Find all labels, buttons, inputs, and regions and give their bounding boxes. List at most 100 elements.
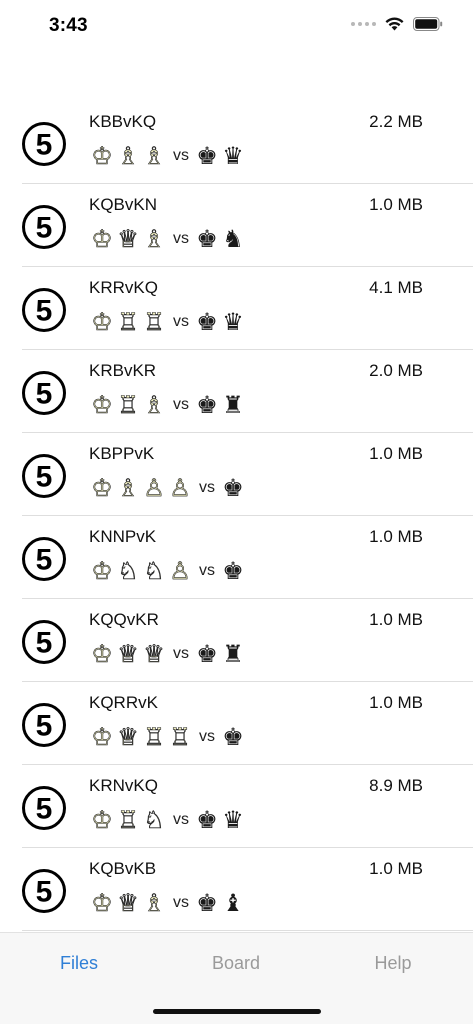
wifi-icon (385, 17, 404, 31)
black-rook-icon: ♜ (222, 640, 244, 668)
piece-set: ♔ ♗ ♗ vs ♚ ♛ (89, 142, 246, 170)
file-size: 1.0 MB (369, 527, 423, 546)
file-size: 1.0 MB (369, 610, 423, 629)
white-king-icon: ♔ (91, 142, 113, 170)
black-queen-icon: ♛ (222, 142, 244, 170)
row-number: 5 (36, 793, 53, 826)
white-queen-icon: ♕ (117, 889, 139, 917)
row-number: 5 (36, 212, 53, 245)
row-number: 5 (36, 378, 53, 411)
white-bishop-icon: ♗ (143, 142, 165, 170)
home-indicator (153, 1009, 321, 1014)
file-name: KBBvKQ (89, 112, 157, 131)
file-name: KQBvKB (89, 859, 157, 878)
circled-number-icon: 5 (22, 288, 66, 332)
file-row[interactable]: 5 KQBvKB 1.0 MB ♔ ♕ ♗ vs ♚ ♝ (0, 848, 473, 931)
piece-set: ♔ ♕ ♗ vs ♚ ♞ (89, 225, 246, 253)
black-queen-icon: ♛ (222, 308, 244, 336)
row-number: 5 (36, 627, 53, 660)
circled-number-icon: 5 (22, 122, 66, 166)
file-row[interactable]: 5 KRRvKQ 4.1 MB ♔ ♖ ♖ vs ♚ ♛ (0, 267, 473, 350)
file-name: KNNPvK (89, 527, 157, 546)
row-number: 5 (36, 461, 53, 494)
file-row[interactable]: 5 KQBvKN 1.0 MB ♔ ♕ ♗ vs ♚ ♞ (0, 184, 473, 267)
row-number: 5 (36, 876, 53, 909)
file-size: 1.0 MB (369, 693, 423, 712)
file-row[interactable]: 5 KQRRvK 1.0 MB ♔ ♕ ♖ ♖ vs ♚ (0, 682, 473, 765)
piece-set: ♔ ♖ ♗ vs ♚ ♜ (89, 391, 246, 419)
circled-number-icon: 5 (22, 454, 66, 498)
versus-label: vs (199, 479, 215, 496)
app-screen: 3:43 5 KBBvKQ 2.2 MB ♔ ♗ ♗ vs ♚ ♛ 5 KQBvKN 1.0 MB ♔ ♕… (0, 0, 473, 1024)
row-number: 5 (36, 295, 53, 328)
black-king-icon: ♚ (196, 225, 218, 253)
file-size: 1.0 MB (369, 859, 423, 878)
black-king-icon: ♚ (222, 474, 244, 502)
file-row[interactable]: 5 KRBvKR 2.0 MB ♔ ♖ ♗ vs ♚ ♜ (0, 350, 473, 433)
file-name: KBPPvK (89, 444, 155, 463)
black-rook-icon: ♜ (222, 391, 244, 419)
black-king-icon: ♚ (196, 806, 218, 834)
black-king-icon: ♚ (222, 723, 244, 751)
white-pawn-icon: ♙ (169, 474, 191, 502)
versus-label: vs (173, 811, 189, 828)
file-name: KQQvKR (89, 610, 159, 629)
row-separator (22, 930, 473, 931)
versus-label: vs (173, 230, 189, 247)
white-rook-icon: ♖ (143, 723, 165, 751)
black-knight-icon: ♞ (222, 225, 244, 253)
file-row[interactable]: 5 KNNPvK 1.0 MB ♔ ♘ ♘ ♙ vs ♚ (0, 516, 473, 599)
row-number: 5 (36, 710, 53, 743)
versus-label: vs (173, 396, 189, 413)
row-number: 5 (36, 129, 53, 162)
file-row[interactable]: 5 KQQvKR 1.0 MB ♔ ♕ ♕ vs ♚ ♜ (0, 599, 473, 682)
status-bar: 3:43 (0, 0, 473, 54)
white-king-icon: ♔ (91, 225, 113, 253)
white-queen-icon: ♕ (143, 640, 165, 668)
black-queen-icon: ♛ (222, 806, 244, 834)
piece-set: ♔ ♕ ♕ vs ♚ ♜ (89, 640, 246, 668)
file-row[interactable]: 5 KBBvKQ 2.2 MB ♔ ♗ ♗ vs ♚ ♛ (0, 101, 473, 184)
white-queen-icon: ♕ (117, 640, 139, 668)
black-king-icon: ♚ (196, 142, 218, 170)
status-icons (351, 17, 443, 31)
file-size: 8.9 MB (369, 776, 423, 795)
piece-set: ♔ ♕ ♖ ♖ vs ♚ (89, 723, 246, 751)
white-king-icon: ♔ (91, 557, 113, 585)
white-rook-icon: ♖ (117, 806, 139, 834)
circled-number-icon: 5 (22, 205, 66, 249)
black-king-icon: ♚ (196, 308, 218, 336)
versus-label: vs (173, 894, 189, 911)
file-name: KQRRvK (89, 693, 158, 712)
versus-label: vs (199, 728, 215, 745)
white-queen-icon: ♕ (117, 723, 139, 751)
white-pawn-icon: ♙ (143, 474, 165, 502)
file-row[interactable]: 5 KRNvKQ 8.9 MB ♔ ♖ ♘ vs ♚ ♛ (0, 765, 473, 848)
status-time: 3:43 (49, 15, 88, 36)
file-name: KRBvKR (89, 361, 157, 380)
circled-number-icon: 5 (22, 703, 66, 747)
file-name: KRNvKQ (89, 776, 158, 795)
white-king-icon: ♔ (91, 806, 113, 834)
white-knight-icon: ♘ (143, 557, 165, 585)
file-size: 2.2 MB (369, 112, 423, 131)
tab-files[interactable]: Files (19, 953, 139, 974)
piece-set: ♔ ♖ ♘ vs ♚ ♛ (89, 806, 246, 834)
white-pawn-icon: ♙ (169, 557, 191, 585)
file-row[interactable]: 5 KBPPvK 1.0 MB ♔ ♗ ♙ ♙ vs ♚ (0, 433, 473, 516)
file-size: 4.1 MB (369, 278, 423, 297)
white-king-icon: ♔ (91, 640, 113, 668)
piece-set: ♔ ♘ ♘ ♙ vs ♚ (89, 557, 246, 585)
black-king-icon: ♚ (196, 640, 218, 668)
versus-label: vs (173, 313, 189, 330)
file-size: 2.0 MB (369, 361, 423, 380)
white-king-icon: ♔ (91, 391, 113, 419)
row-number: 5 (36, 544, 53, 577)
file-name: KRRvKQ (89, 278, 158, 297)
white-knight-icon: ♘ (117, 557, 139, 585)
tab-board[interactable]: Board (176, 953, 296, 974)
white-rook-icon: ♖ (117, 391, 139, 419)
file-size: 1.0 MB (369, 195, 423, 214)
versus-label: vs (173, 147, 189, 164)
tab-help[interactable]: Help (333, 953, 453, 974)
